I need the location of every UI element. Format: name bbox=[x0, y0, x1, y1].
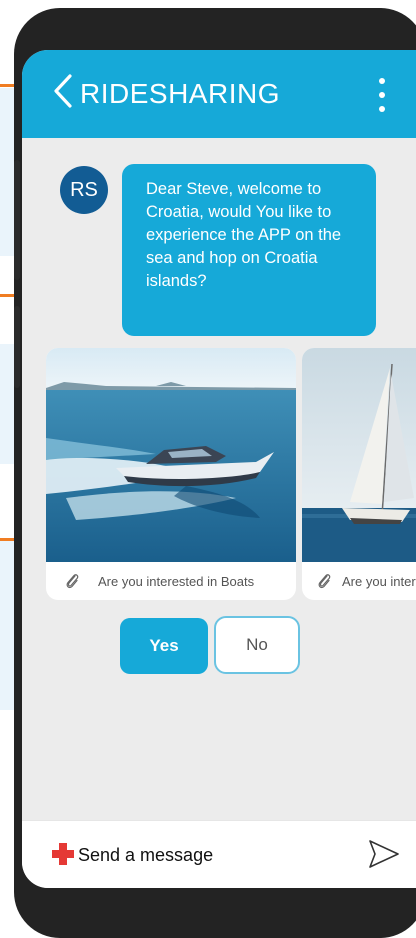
card-caption-text: Are you inter bbox=[342, 573, 416, 589]
yes-button[interactable]: Yes bbox=[120, 618, 208, 674]
card-caption: Are you interested in Boats bbox=[46, 562, 296, 600]
card-caption: Are you inter bbox=[302, 562, 416, 600]
send-icon[interactable] bbox=[368, 839, 400, 869]
power-button bbox=[14, 306, 20, 388]
sailboat-image bbox=[302, 348, 416, 562]
app-header: RIDESHARING bbox=[22, 50, 416, 138]
speedboat-image bbox=[46, 348, 296, 562]
card-caption-text: Are you interested in Boats bbox=[98, 573, 255, 589]
carousel-card-sailing[interactable]: Are you inter bbox=[302, 348, 416, 600]
volume-button bbox=[14, 160, 20, 280]
paperclip-icon bbox=[66, 574, 79, 589]
no-button[interactable]: No bbox=[214, 616, 300, 674]
message-bubble: Dear Steve, welcome to Croatia, would Yo… bbox=[122, 164, 376, 336]
more-vertical-icon[interactable] bbox=[378, 78, 386, 112]
app-title: RIDESHARING bbox=[80, 78, 280, 109]
add-icon[interactable] bbox=[52, 843, 74, 865]
app-screen: RIDESHARING RS Dear Steve, welcome to Cr… bbox=[22, 50, 416, 888]
message-composer: Send a message bbox=[22, 820, 416, 888]
avatar: RS bbox=[60, 166, 108, 214]
paperclip-icon bbox=[318, 574, 331, 589]
carousel-card-boats[interactable]: Are you interested in Boats bbox=[46, 348, 296, 600]
message-input[interactable]: Send a message bbox=[78, 845, 213, 866]
back-chevron-icon[interactable] bbox=[48, 72, 78, 110]
